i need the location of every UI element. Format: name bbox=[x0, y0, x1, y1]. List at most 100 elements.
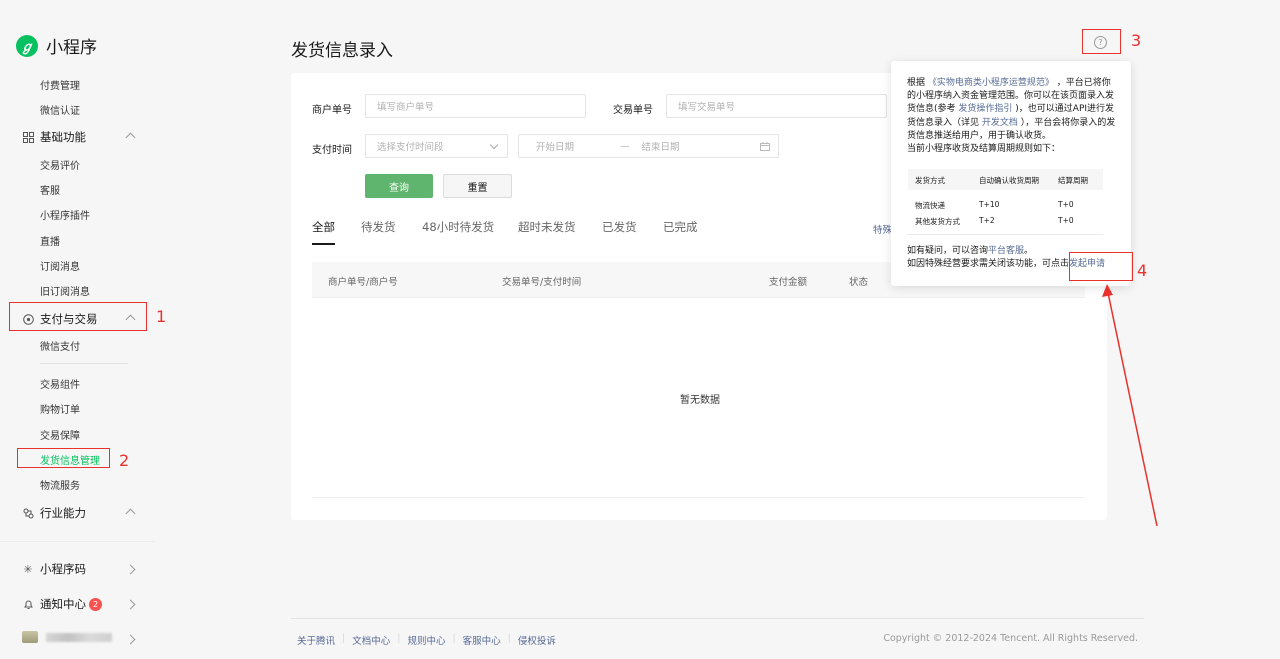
rules-cell: 物流快递 bbox=[915, 201, 945, 210]
divider bbox=[40, 363, 128, 364]
chevron-right-icon bbox=[125, 564, 136, 575]
rules-cell: 其他发货方式 bbox=[915, 217, 960, 226]
pay-time-select[interactable]: 选择支付时间段 bbox=[365, 134, 508, 158]
sidebar-item-customer-service[interactable]: 客服 bbox=[40, 182, 60, 197]
merchant-no-input[interactable]: 填写商户单号 bbox=[365, 94, 586, 118]
rules-row: 其他发货方式 T+2 T+0 bbox=[908, 213, 1103, 229]
sidebar-group-basic[interactable]: 基础功能 bbox=[22, 129, 136, 145]
chevron-right-icon bbox=[125, 634, 136, 645]
column-amount: 支付金额 bbox=[769, 277, 808, 288]
date-separator: — bbox=[620, 140, 630, 152]
date-start-input[interactable]: 开始日期 bbox=[536, 139, 574, 153]
account-name-blurred bbox=[46, 632, 112, 642]
chevron-down-icon bbox=[489, 140, 499, 150]
popover-text: 根据 bbox=[907, 78, 926, 88]
app-logo[interactable]: ℊ 小程序 bbox=[16, 33, 97, 58]
footer-link-complaint[interactable]: 侵权投诉 bbox=[518, 633, 556, 647]
annotation-number-1: 1 bbox=[156, 307, 167, 326]
calendar-icon bbox=[760, 142, 770, 154]
date-end-input[interactable]: 结束日期 bbox=[642, 139, 680, 153]
footer-divider bbox=[291, 618, 1144, 619]
sidebar-item-trade-review[interactable]: 交易评价 bbox=[40, 157, 80, 172]
qrcode-sun-icon: ✳ bbox=[23, 562, 33, 576]
reset-button[interactable]: 重置 bbox=[443, 174, 512, 198]
rules-cell: T+0 bbox=[1058, 200, 1074, 209]
annotation-box-1 bbox=[9, 302, 147, 331]
footer-link-rules[interactable]: 规则中心 bbox=[407, 633, 445, 647]
sidebar-item-old-subscribe[interactable]: 旧订阅消息 bbox=[40, 283, 90, 298]
trade-no-input[interactable]: 填写交易单号 bbox=[666, 94, 887, 118]
sidebar-item-plugins[interactable]: 小程序插件 bbox=[40, 207, 90, 222]
sidebar-item-trade-guarantee[interactable]: 交易保障 bbox=[40, 427, 80, 442]
bell-icon bbox=[22, 598, 34, 610]
trade-no-label: 交易单号 bbox=[613, 105, 653, 116]
popover-text: 。 bbox=[1024, 246, 1034, 256]
sidebar-notice-center[interactable]: 通知中心 2 bbox=[22, 596, 136, 612]
annotation-number-3: 3 bbox=[1131, 31, 1142, 50]
sidebar-item-logistics[interactable]: 物流服务 bbox=[40, 477, 80, 492]
pay-time-select-value: 选择支付时间段 bbox=[377, 142, 444, 153]
grid-icon bbox=[22, 131, 34, 143]
divider bbox=[0, 541, 155, 542]
rules-cell: T+2 bbox=[979, 216, 995, 225]
rules-cell: T+0 bbox=[1058, 216, 1074, 225]
sidebar-item-live[interactable]: 直播 bbox=[40, 233, 60, 248]
tab-pending[interactable]: 待发货 bbox=[361, 219, 396, 235]
footer-link-service[interactable]: 客服中心 bbox=[463, 633, 501, 647]
tab-overdue[interactable]: 超时未发货 bbox=[518, 219, 576, 235]
sidebar-notice-label: 通知中心 bbox=[40, 597, 86, 611]
sidebar-item-wechat-verify[interactable]: 微信认证 bbox=[40, 102, 80, 117]
annotation-box-2 bbox=[17, 448, 110, 468]
chevron-up-icon bbox=[125, 132, 136, 143]
rules-header-cell: 自动确认收货周期 bbox=[979, 176, 1039, 185]
sidebar-item-wechat-pay[interactable]: 微信支付 bbox=[40, 338, 80, 353]
sidebar-item-paid-management[interactable]: 付费管理 bbox=[40, 77, 80, 92]
popover-text: 如因特殊经营要求需关闭该功能，可点击 bbox=[907, 259, 1070, 270]
industry-icon bbox=[22, 507, 34, 519]
sidebar-group-industry[interactable]: 行业能力 bbox=[22, 505, 136, 521]
account-menu[interactable] bbox=[22, 631, 136, 645]
date-range-picker[interactable]: 开始日期 — 结束日期 bbox=[518, 134, 779, 158]
special-link[interactable]: 特殊 bbox=[873, 222, 892, 236]
query-button[interactable]: 查询 bbox=[365, 174, 433, 198]
rules-intro: 当前小程序收货及结算周期规则如下： bbox=[907, 144, 1061, 155]
miniprogram-logo-icon: ℊ bbox=[16, 34, 38, 57]
footer-separator: | bbox=[452, 633, 456, 644]
ops-rules-link[interactable]: 《实物电商类小程序运营规范》 bbox=[928, 78, 1054, 88]
sidebar-item-trade-component[interactable]: 交易组件 bbox=[40, 376, 80, 391]
chevron-right-icon bbox=[125, 599, 136, 610]
pay-time-label: 支付时间 bbox=[312, 145, 352, 156]
tab-all[interactable]: 全部 bbox=[312, 219, 335, 235]
active-tab-indicator bbox=[312, 243, 335, 245]
footer-link-about[interactable]: 关于腾讯 bbox=[297, 633, 335, 647]
dev-docs-link[interactable]: 开发文档 bbox=[982, 118, 1018, 128]
footer-separator: | bbox=[342, 633, 346, 644]
rules-header-cell: 发货方式 bbox=[915, 176, 945, 185]
popover-text: 如有疑问，可以咨询 bbox=[907, 246, 989, 256]
column-merchant-no: 商户单号/商户号 bbox=[328, 277, 398, 288]
footer-links: 关于腾讯 | 文档中心 | 规则中心 | 客服中心 | 侵权投诉 bbox=[297, 633, 556, 647]
merchant-no-label: 商户单号 bbox=[312, 105, 352, 116]
rules-header-cell: 结算周期 bbox=[1058, 176, 1088, 185]
annotation-number-2: 2 bbox=[119, 451, 130, 470]
annotation-number-4: 4 bbox=[1137, 261, 1148, 280]
sidebar-group-label: 基础功能 bbox=[40, 130, 86, 144]
avatar bbox=[22, 631, 38, 643]
shipping-guide-link[interactable]: 发货操作指引 bbox=[958, 104, 1012, 114]
footer-link-docs[interactable]: 文档中心 bbox=[352, 633, 390, 647]
tab-48h-pending[interactable]: 48小时待发货 bbox=[422, 219, 494, 235]
tab-completed[interactable]: 已完成 bbox=[663, 219, 698, 235]
help-question-icon[interactable]: ? bbox=[1094, 36, 1107, 49]
empty-state-text: 暂无数据 bbox=[680, 395, 720, 406]
chevron-up-icon bbox=[125, 508, 136, 519]
sidebar-item-subscribe[interactable]: 订阅消息 bbox=[40, 258, 80, 273]
notice-count-badge: 2 bbox=[89, 597, 102, 611]
copyright-text: Copyright © 2012-2024 Tencent. All Right… bbox=[883, 633, 1138, 644]
sidebar-qrcode-label: 小程序码 bbox=[40, 562, 86, 576]
sidebar-item-shopping-orders[interactable]: 购物订单 bbox=[40, 401, 80, 416]
sidebar-qrcode[interactable]: ✳ 小程序码 bbox=[22, 561, 136, 577]
sidebar-group-label: 行业能力 bbox=[40, 506, 86, 520]
rules-row: 物流快递 T+10 T+0 bbox=[908, 197, 1103, 213]
platform-service-link[interactable]: 平台客服 bbox=[988, 246, 1024, 256]
tab-shipped[interactable]: 已发货 bbox=[602, 219, 637, 235]
